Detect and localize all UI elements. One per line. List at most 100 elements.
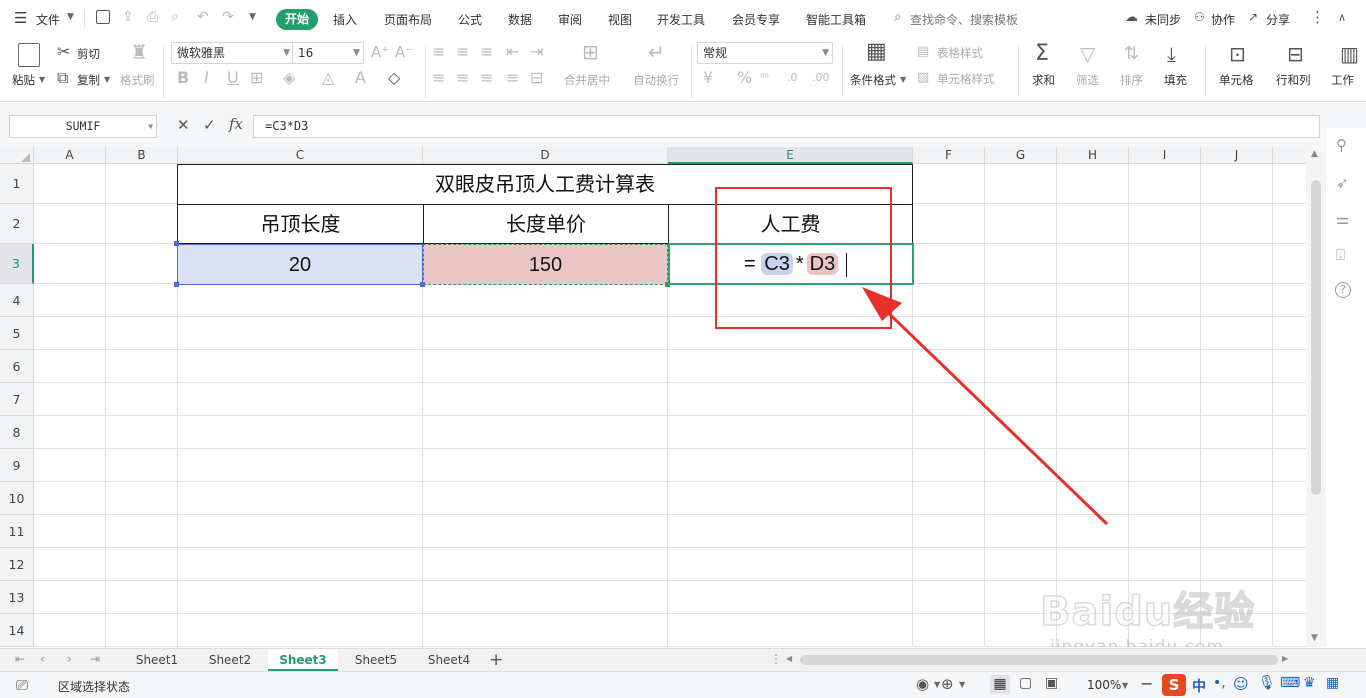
tab-view[interactable]: 视图 <box>608 11 632 28</box>
cancel-formula-icon[interactable]: ✕ <box>177 116 190 134</box>
name-box[interactable]: SUMIF ▼ <box>9 115 157 138</box>
confirm-formula-icon[interactable]: ✓ <box>203 116 216 134</box>
header-cell-c2[interactable]: 吊顶长度 <box>177 204 423 244</box>
copy-icon[interactable]: ⧉ <box>57 70 68 86</box>
customize-chevron-icon[interactable]: ▼ <box>249 12 256 22</box>
cell-icon[interactable]: ⊡ <box>1229 43 1246 65</box>
column-header-d[interactable]: D <box>423 147 668 164</box>
sum-button[interactable]: 求和 <box>1032 72 1055 88</box>
copy-button[interactable]: 复制 <box>77 72 100 88</box>
column-header-i[interactable]: I <box>1129 147 1201 164</box>
worksheet-button[interactable]: 工作 <box>1331 72 1354 88</box>
row-header-5[interactable]: 5 <box>0 317 34 350</box>
worksheet-icon[interactable]: ▥ <box>1340 43 1359 65</box>
ime-skin-icon[interactable]: ♛ <box>1303 675 1316 691</box>
c3-handle[interactable] <box>420 282 425 287</box>
font-size-select[interactable]: 16 ▼ <box>292 42 364 64</box>
indent-increase-icon[interactable]: ⇥ <box>530 44 543 60</box>
table-style-icon[interactable]: ▤ <box>917 44 929 60</box>
cut-button[interactable]: 剪切 <box>77 46 100 62</box>
share-icon[interactable]: ↗ <box>1248 10 1258 24</box>
tab-data[interactable]: 数据 <box>508 11 532 28</box>
fill-color-icon[interactable]: ◈ <box>283 70 295 86</box>
scroll-right-icon[interactable]: ▶ <box>1282 654 1288 663</box>
align-center-icon[interactable]: ≡ <box>456 70 469 86</box>
column-header-j[interactable]: J <box>1201 147 1273 164</box>
align-left-icon[interactable]: ≡ <box>432 70 445 86</box>
chevron-down-icon[interactable]: ▼ <box>1122 681 1128 690</box>
collab-icon[interactable]: ⚇ <box>1194 10 1205 24</box>
bold-icon[interactable]: B <box>177 70 189 86</box>
font-shrink-icon[interactable]: A⁻ <box>395 44 413 60</box>
row-col-button[interactable]: 行和列 <box>1276 72 1311 88</box>
row-header-10[interactable]: 10 <box>0 482 34 515</box>
conditional-format-button[interactable]: 条件格式 <box>850 72 896 88</box>
row-header-11[interactable]: 11 <box>0 515 34 548</box>
wrap-text-icon[interactable]: ↵ <box>648 42 665 62</box>
row-header-6[interactable]: 6 <box>0 350 34 383</box>
align-middle-icon[interactable]: ≡ <box>456 44 469 60</box>
tab-page-layout[interactable]: 页面布局 <box>384 11 432 28</box>
sheet-tab-sheet2[interactable]: Sheet2 <box>195 649 265 671</box>
column-header-e[interactable]: E <box>668 147 913 164</box>
paste-button[interactable]: 粘贴 <box>12 72 35 88</box>
cloud-sync-icon[interactable]: ☁ <box>1125 10 1138 25</box>
row-header-7[interactable]: 7 <box>0 383 34 416</box>
sheet-tab-sheet5[interactable]: Sheet5 <box>341 649 411 671</box>
help-icon[interactable]: ? <box>1335 282 1351 298</box>
align-right-icon[interactable]: ≡ <box>480 70 493 86</box>
table-style-button[interactable]: 表格样式 <box>937 45 983 61</box>
sheet-tab-sheet3[interactable]: Sheet3 <box>268 649 338 671</box>
border-icon[interactable]: ⊞ <box>250 70 263 86</box>
wrap-text-button[interactable]: 自动换行 <box>633 72 679 88</box>
row-header-9[interactable]: 9 <box>0 449 34 482</box>
sum-icon[interactable]: Σ <box>1035 43 1049 65</box>
print-preview-icon[interactable]: ⌕ <box>171 9 179 25</box>
column-header-b[interactable]: B <box>106 147 178 164</box>
cell-c3[interactable]: 20 <box>177 244 423 285</box>
tab-smart-tools[interactable]: 智能工具箱 <box>806 11 866 28</box>
chevron-down-icon[interactable]: ▼ <box>67 12 74 22</box>
file-menu[interactable]: 文件 <box>36 11 60 28</box>
share-button[interactable]: 分享 <box>1266 11 1290 28</box>
more-icon[interactable]: ⋮ <box>1310 8 1325 26</box>
redo-icon[interactable]: ↷ <box>222 9 234 25</box>
indent-decrease-icon[interactable]: ⇤ <box>506 44 519 60</box>
tab-insert[interactable]: 插入 <box>333 11 357 28</box>
chevron-down-icon[interactable]: ▼ <box>959 680 965 689</box>
filter-icon[interactable]: ▽ <box>1080 43 1095 65</box>
collab-button[interactable]: 协作 <box>1211 11 1235 28</box>
currency-icon[interactable]: ¥ <box>703 70 713 86</box>
chevron-down-icon[interactable]: ▼ <box>39 75 45 84</box>
chevron-down-icon[interactable]: ▼ <box>900 75 906 84</box>
row-header-13[interactable]: 13 <box>0 581 34 614</box>
tab-developer[interactable]: 开发工具 <box>657 11 705 28</box>
vertical-scroll-thumb[interactable] <box>1311 180 1321 495</box>
page-layout-view-icon[interactable]: ▢ <box>1019 675 1032 691</box>
backup-icon[interactable]: ⍗ <box>1336 246 1345 264</box>
formula-input[interactable]: =C3*D3 <box>253 115 1320 138</box>
header-cell-d2[interactable]: 长度单价 <box>423 204 668 244</box>
pin-icon[interactable]: ⚲ <box>1336 136 1347 154</box>
ime-tools-icon[interactable]: ▦ <box>1326 675 1339 691</box>
save-icon[interactable] <box>96 10 110 24</box>
sync-status[interactable]: 未同步 <box>1145 11 1181 28</box>
row-header-8[interactable]: 8 <box>0 416 34 449</box>
distribute-icon[interactable]: ⊟ <box>530 70 543 86</box>
row-col-icon[interactable]: ⊟ <box>1287 43 1304 65</box>
underline-icon[interactable]: U <box>227 70 239 86</box>
print-icon[interactable]: ⎙ <box>147 9 158 25</box>
font-name-select[interactable]: 微软雅黑 ▼ <box>171 42 294 64</box>
merge-center-button[interactable]: 合并居中 <box>564 72 610 88</box>
percent-icon[interactable]: % <box>737 70 752 86</box>
row-header-14[interactable]: 14 <box>0 614 34 647</box>
column-header-c[interactable]: C <box>178 147 423 164</box>
row-header-4[interactable]: 4 <box>0 284 34 317</box>
column-header-h[interactable]: H <box>1057 147 1129 164</box>
align-bottom-icon[interactable]: ≡ <box>480 44 493 60</box>
c3-handle[interactable] <box>174 282 179 287</box>
export-icon[interactable]: ⇪ <box>122 9 134 25</box>
column-header-g[interactable]: G <box>985 147 1057 164</box>
search-icon[interactable]: ⌕ <box>894 9 902 25</box>
column-header-f[interactable]: F <box>913 147 985 164</box>
